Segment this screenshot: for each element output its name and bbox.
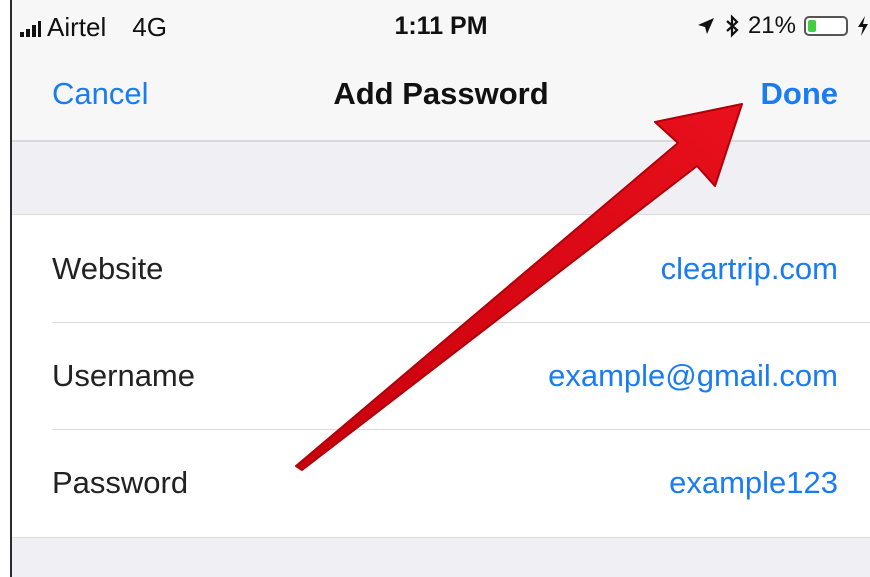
website-row[interactable]: Website cleartrip.com [12,215,870,322]
password-field[interactable]: example123 [669,465,838,501]
bluetooth-icon [726,14,739,38]
password-row[interactable]: Password example123 [12,429,870,536]
page-title: Add Password [333,76,549,111]
done-button[interactable]: Done [761,76,839,112]
navigation-bar: Cancel Add Password Done [12,52,870,142]
status-bar: Airtel 4G 1:11 PM 21% [12,0,870,52]
username-row[interactable]: Username example@gmail.com [12,322,870,429]
website-field[interactable]: cleartrip.com [661,251,838,287]
screen: Airtel 4G 1:11 PM 21% Cancel Add Passwor… [0,0,870,577]
status-right: 21% [696,12,870,40]
website-label: Website [52,251,164,286]
password-label: Password [52,465,189,500]
battery-icon [804,16,848,36]
username-field[interactable]: example@gmail.com [548,358,838,394]
username-label: Username [52,358,195,393]
charging-icon [858,16,868,36]
location-icon [697,18,714,34]
battery-percent: 21% [747,12,796,39]
frame-margin [0,0,10,577]
password-form: Website cleartrip.com Username example@g… [12,214,870,538]
